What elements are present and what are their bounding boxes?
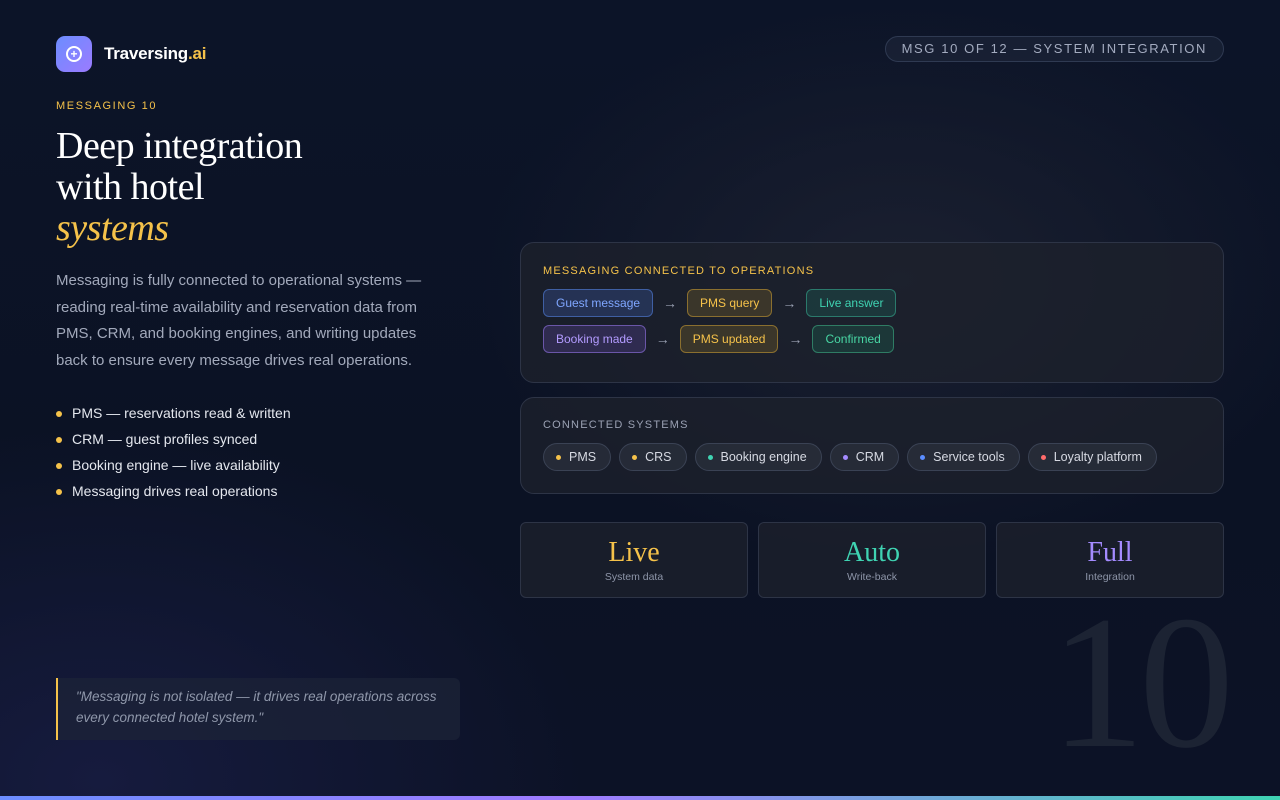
system-chip-crm[interactable]: CRM <box>829 443 900 471</box>
step-guest-message: Guest message <box>543 289 654 317</box>
stat-value: Live <box>608 537 660 568</box>
connected-systems-card: CONNECTED SYSTEMS PMS CRS Booking engine… <box>520 397 1224 494</box>
status-dot-icon <box>842 454 848 460</box>
status-dot-icon <box>556 454 561 460</box>
brand-name: Traversing.ai <box>104 44 207 63</box>
list-item: PMS — reservations read & written <box>56 400 291 426</box>
list-item: CRM — guest profiles synced <box>56 426 291 452</box>
step-booking-made: Booking made <box>543 325 646 353</box>
arrow-icon: → <box>663 295 678 311</box>
systems-chip-list: PMS CRS Booking engine CRM Service tools… <box>543 443 1201 471</box>
arrow-icon: → <box>782 295 797 311</box>
feature-list: PMS — reservations read & written CRM — … <box>56 400 291 504</box>
stat-label: System data <box>604 571 664 583</box>
title-line-1: Deep integration <box>56 125 303 167</box>
status-dot-icon <box>707 454 713 460</box>
description: Messaging is fully connected to operatio… <box>56 272 422 369</box>
section-eyebrow: MESSAGING 10 <box>56 100 158 112</box>
arrow-icon: → <box>788 331 803 347</box>
arrow-icon: → <box>655 331 670 347</box>
stat-card-live: Live System data <box>520 522 748 598</box>
progress-bar <box>0 796 1280 800</box>
systems-card-title: CONNECTED SYSTEMS <box>543 419 689 431</box>
system-chip-service-tools[interactable]: Service tools <box>907 443 1020 471</box>
status-dot-icon <box>632 454 638 460</box>
system-chip-pms[interactable]: PMS <box>543 443 612 471</box>
status-dot-icon <box>920 454 926 460</box>
brand-logo[interactable]: + Traversing.ai <box>56 36 207 72</box>
flow-booking: Booking made → PMS updated → Confirmed <box>543 325 1201 353</box>
step-live-answer: Live answer <box>806 289 897 317</box>
page-title: Deep integration with hotel systems <box>56 125 303 249</box>
operations-card-title: MESSAGING CONNECTED TO OPERATIONS <box>543 265 815 277</box>
title-line-2: with hotel <box>56 166 205 208</box>
logo-mark-icon: + <box>56 36 92 72</box>
status-dot-icon <box>1040 454 1046 460</box>
step-pms-updated: PMS updated <box>679 325 779 353</box>
flow-guest-message: Guest message → PMS query → Live answer <box>543 289 1201 317</box>
stat-value: Full <box>1087 537 1133 568</box>
slide-number-watermark: 10 <box>1050 578 1234 788</box>
stat-label: Write-back <box>847 571 897 583</box>
pull-quote: "Messaging is not isolated — it drives r… <box>56 678 460 740</box>
system-chip-booking-engine[interactable]: Booking engine <box>694 443 822 471</box>
slide-counter-badge: MSG 10 OF 12 — SYSTEM INTEGRATION <box>884 36 1224 62</box>
system-chip-loyalty-platform[interactable]: Loyalty platform <box>1027 443 1157 471</box>
list-item: Booking engine — live availability <box>56 452 291 478</box>
operations-card: MESSAGING CONNECTED TO OPERATIONS Guest … <box>520 242 1224 383</box>
list-item: Messaging drives real operations <box>56 478 291 504</box>
stat-value: Auto <box>844 537 900 568</box>
title-accent: systems <box>56 207 169 249</box>
stat-card-auto: Auto Write-back <box>758 522 986 598</box>
step-pms-query: PMS query <box>687 289 773 317</box>
system-chip-crs[interactable]: CRS <box>619 443 687 471</box>
step-confirmed: Confirmed <box>812 325 894 353</box>
